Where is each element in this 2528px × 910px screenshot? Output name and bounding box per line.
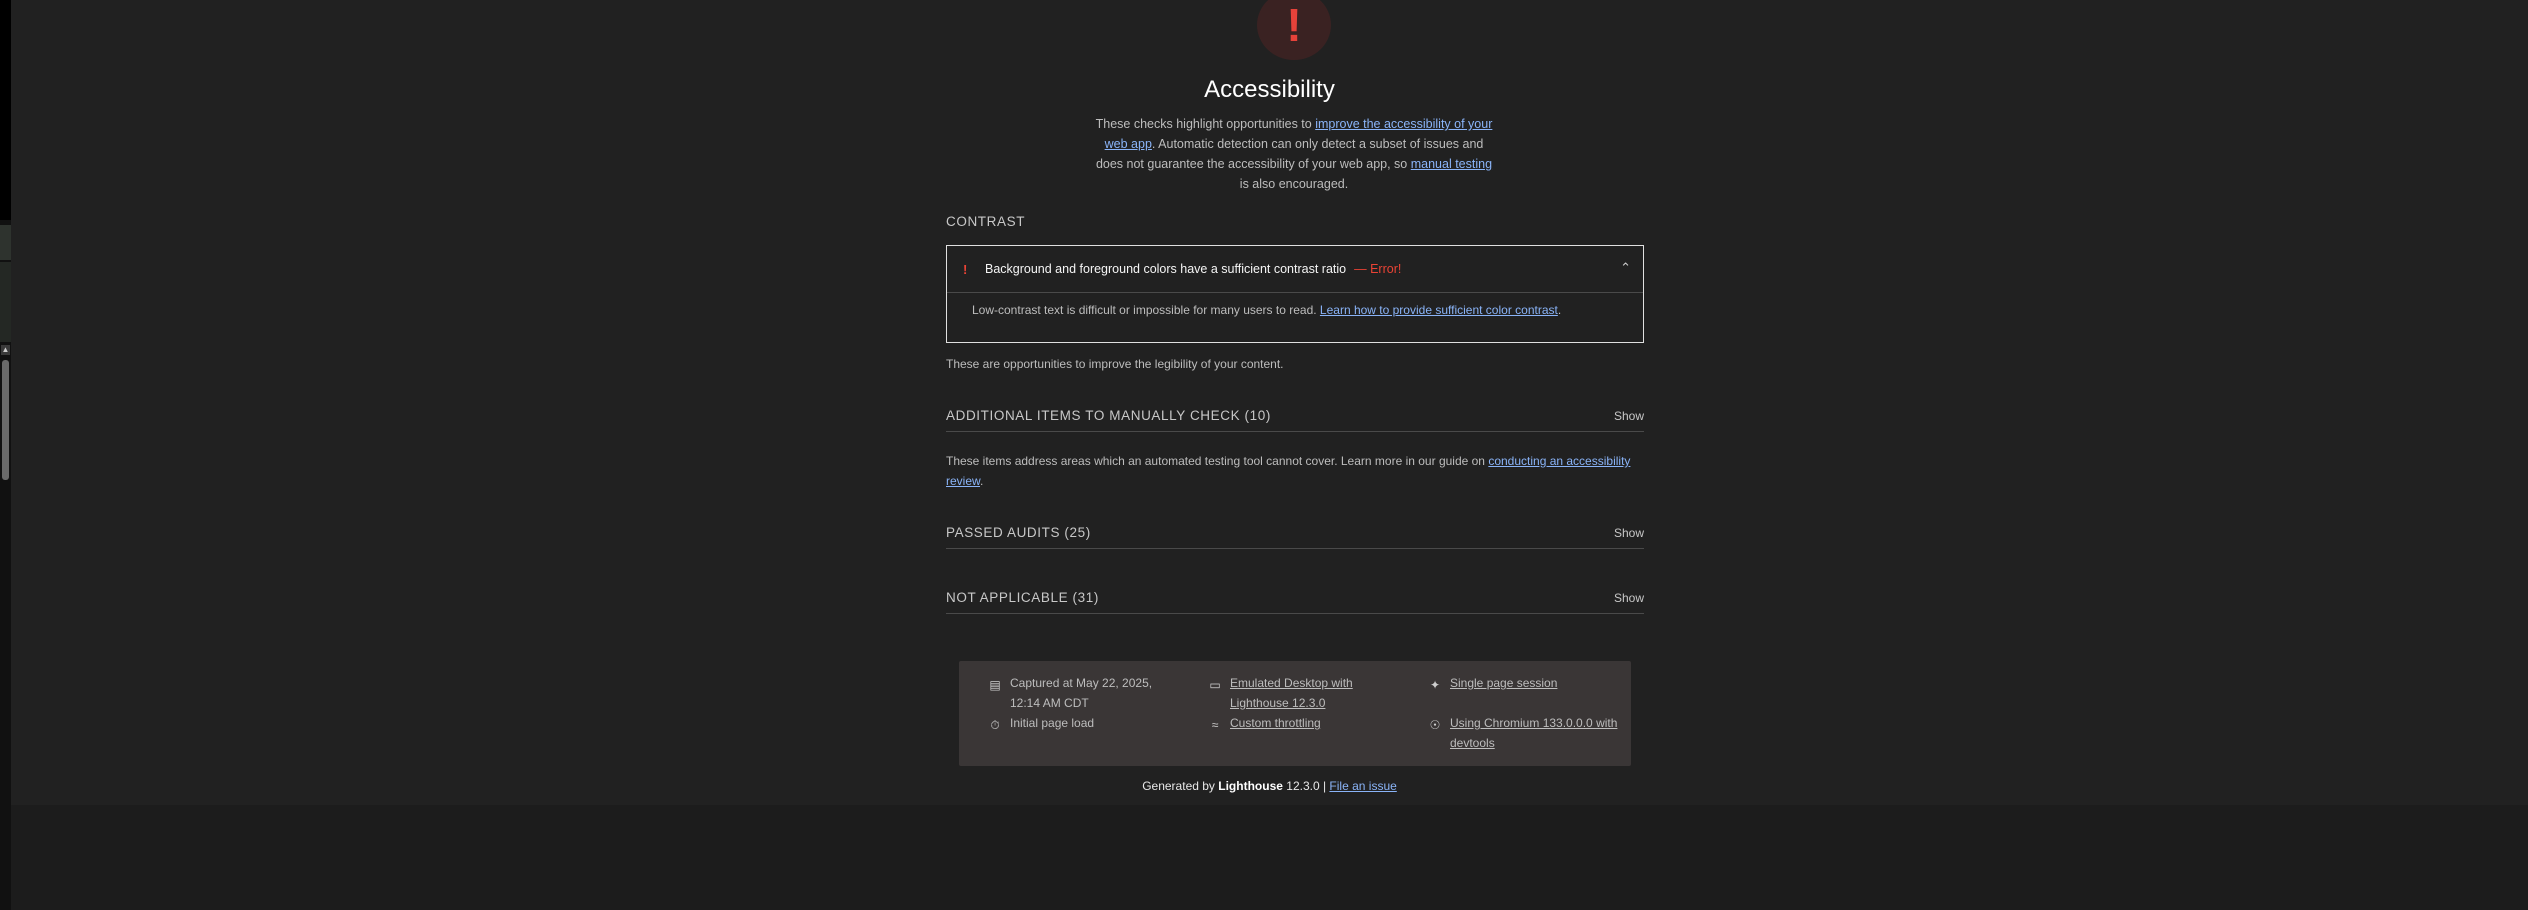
file-issue-link[interactable]: File an issue: [1329, 779, 1396, 793]
timer-icon: ⏱: [990, 718, 1000, 732]
session-type[interactable]: ✦ Single page session: [1430, 673, 1620, 693]
clump-title: ADDITIONAL ITEMS TO MANUALLY CHECK (10): [946, 408, 1271, 423]
bottom-empty-area: [11, 805, 2528, 910]
category-description: These checks highlight opportunities to …: [1095, 117, 1493, 191]
show-button[interactable]: Show: [1614, 409, 1644, 423]
scroll-up-arrow-icon[interactable]: ▲: [1, 345, 10, 355]
devices-icon: ▭: [1209, 678, 1221, 692]
error-icon: !: [1286, 0, 1302, 51]
clump-title: PASSED AUDITS (25): [946, 525, 1091, 540]
clump-title: NOT APPLICABLE (31): [946, 590, 1099, 605]
not-applicable-clump[interactable]: NOT APPLICABLE (31) Show: [946, 582, 1644, 614]
chevron-up-icon[interactable]: ⌃: [1620, 260, 1631, 276]
audit-description: Low-contrast text is difficult or imposs…: [972, 303, 1562, 317]
report-page: ! Accessibility These checks highlight o…: [11, 0, 2528, 805]
manual-check-description: These items address areas which an autom…: [946, 454, 1631, 488]
scrollbar-thumb[interactable]: [2, 360, 9, 480]
contrast-group-description: These are opportunities to improve the l…: [946, 357, 1284, 371]
wifi-icon: ≈: [1211, 718, 1219, 732]
show-button[interactable]: Show: [1614, 526, 1644, 540]
captured-at: ▤ Captured at May 22, 2025, 12:14 AM CDT: [989, 676, 1153, 710]
report-footer: Generated by Lighthouse 12.3.0 | File an…: [1142, 779, 1397, 793]
contrast-audit[interactable]: ! Background and foreground colors have …: [946, 245, 1644, 343]
emulated-device[interactable]: ▭ Emulated Desktop with Lighthouse 12.3.…: [1209, 673, 1390, 713]
manual-check-clump[interactable]: ADDITIONAL ITEMS TO MANUALLY CHECK (10) …: [946, 400, 1644, 432]
manual-testing-link[interactable]: manual testing: [1411, 157, 1492, 171]
calendar-icon: ▤: [989, 678, 1001, 692]
error-tag: — Error!: [1354, 262, 1402, 276]
audit-title: Background and foreground colors have a …: [985, 262, 1347, 276]
sidebar-block: [0, 225, 11, 260]
sidebar-block: [0, 0, 11, 220]
left-sidebar-strip: ▲: [0, 0, 11, 910]
sidebar-block: [0, 262, 11, 342]
contrast-group-title: CONTRAST: [946, 214, 1026, 229]
browser-info[interactable]: ☉ Using Chromium 133.0.0.0 with devtools: [1430, 713, 1625, 753]
chrome-icon: ☉: [1429, 718, 1441, 732]
pointer-icon: ✦: [1429, 678, 1441, 692]
lighthouse-brand: Lighthouse: [1218, 779, 1283, 793]
show-button[interactable]: Show: [1614, 591, 1644, 605]
category-title: Accessibility: [1204, 76, 1335, 103]
score-gauge: !: [1257, 0, 1331, 60]
error-icon: !: [963, 261, 968, 277]
throttling[interactable]: ≈ Custom throttling: [1212, 713, 1390, 733]
color-contrast-link[interactable]: Learn how to provide sufficient color co…: [1320, 303, 1558, 317]
runtime-settings: ▤ Captured at May 22, 2025, 12:14 AM CDT…: [959, 661, 1631, 766]
initial-page-load: ⏱ Initial page load: [990, 713, 1170, 733]
audit-header[interactable]: ! Background and foreground colors have …: [947, 246, 1643, 293]
passed-audits-clump[interactable]: PASSED AUDITS (25) Show: [946, 517, 1644, 549]
